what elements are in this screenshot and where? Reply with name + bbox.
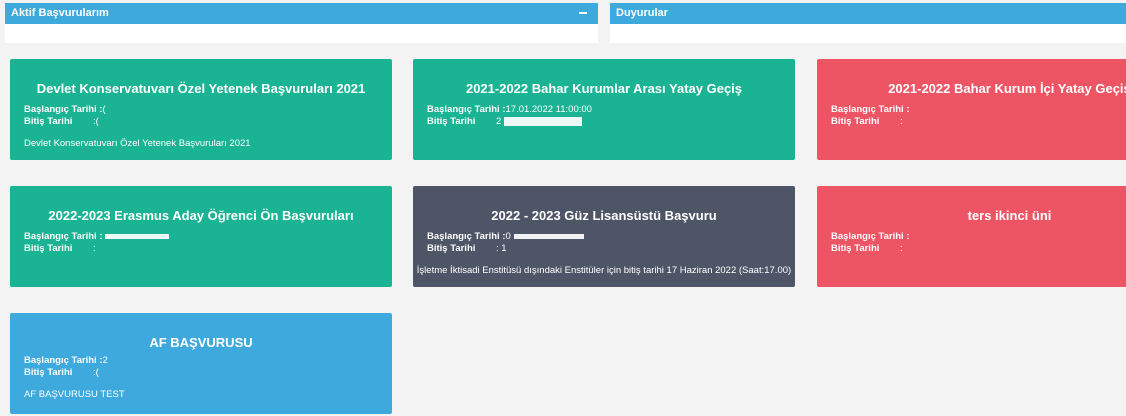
- card-end-date: Bitiş Tarihi:: [831, 116, 903, 127]
- card-end-date: Bitiş Tarihi:: [831, 243, 903, 254]
- application-card[interactable]: 2022-2023 Erasmus Aday Öğrenci Ön Başvur…: [10, 186, 392, 287]
- application-card[interactable]: Devlet Konservatuvarı Özel Yetenek Başvu…: [10, 59, 392, 160]
- active-applications-body: [5, 24, 598, 43]
- redacted-value: [105, 233, 170, 239]
- card-end-date: Bitiş Tarihi:: [24, 243, 96, 254]
- announcements-panel: Duyurular: [610, 3, 1126, 43]
- application-card[interactable]: 2021-2022 Bahar Kurum İçi Yatay Geçiş Ba…: [817, 59, 1126, 160]
- card-title: Devlet Konservatuvarı Özel Yetenek Başvu…: [36, 81, 366, 96]
- card-end-date: Bitiş Tarihi:(: [24, 367, 99, 378]
- card-description: AF BAŞVURUSU TEST: [24, 389, 125, 400]
- card-end-date: Bitiş Tarihi 2: [427, 116, 583, 127]
- collapse-icon[interactable]: [576, 6, 590, 20]
- card-start-date: Başlangıç Tarihi :: [24, 231, 170, 242]
- card-title: 2022-2023 Erasmus Aday Öğrenci Ön Başvur…: [48, 208, 354, 223]
- card-start-date: Başlangıç Tarihi :17.01.2022 11:00:00: [427, 104, 592, 115]
- application-card[interactable]: 2021-2022 Bahar Kurumlar Arası Yatay Geç…: [413, 59, 795, 160]
- card-start-date: Başlangıç Tarihi :: [831, 104, 910, 115]
- card-description: Devlet Konservatuvarı Özel Yetenek Başvu…: [24, 138, 251, 149]
- card-title: ters ikinci üni: [967, 208, 1052, 223]
- application-card[interactable]: AF BAŞVURUSU Başlangıç Tarihi :2 Bitiş T…: [10, 313, 392, 414]
- card-end-date: Bitiş Tarihi:(: [24, 116, 99, 127]
- application-card[interactable]: ters ikinci üni Başlangıç Tarihi : Bitiş…: [817, 186, 1126, 287]
- active-applications-title: Aktif Başvurularım: [11, 7, 109, 19]
- card-end-date: Bitiş Tarihi: 1: [427, 243, 507, 254]
- card-description: İşletme İktisadi Enstitüsü dışındaki Ens…: [416, 265, 792, 276]
- active-applications-panel: Aktif Başvurularım: [5, 3, 598, 43]
- card-title: AF BAŞVURUSU: [149, 335, 253, 350]
- redacted-value: [504, 116, 583, 126]
- card-title: 2021-2022 Bahar Kurum İçi Yatay Geçiş: [888, 81, 1126, 96]
- card-start-date: Başlangıç Tarihi :(: [24, 104, 106, 115]
- card-start-date: Başlangıç Tarihi :: [831, 231, 910, 242]
- applications-page: Aktif Başvurularım Duyurular Devlet Kons…: [0, 0, 1126, 416]
- card-title: 2022 - 2023 Güz Lisansüstü Başvuru: [491, 208, 717, 223]
- active-applications-header: Aktif Başvurularım: [5, 3, 598, 24]
- announcements-header: Duyurular: [610, 3, 1126, 24]
- redacted-value: [513, 233, 584, 239]
- card-title: 2021-2022 Bahar Kurumlar Arası Yatay Geç…: [465, 81, 743, 96]
- announcements-body: [610, 24, 1126, 43]
- card-start-date: Başlangıç Tarihi :0: [427, 231, 584, 242]
- announcements-title: Duyurular: [616, 7, 668, 19]
- application-card[interactable]: 2022 - 2023 Güz Lisansüstü Başvuru Başla…: [413, 186, 795, 287]
- card-start-date: Başlangıç Tarihi :2: [24, 355, 108, 366]
